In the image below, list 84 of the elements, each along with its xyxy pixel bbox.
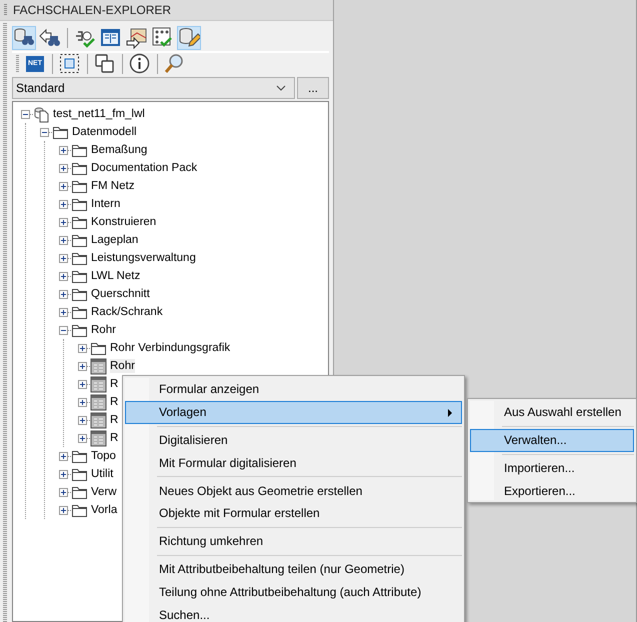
tree-item[interactable]: Konstruieren: [91, 215, 156, 229]
grip-handle[interactable]: [16, 55, 19, 73]
tree-item[interactable]: Rohr: [91, 323, 116, 337]
toolbar-button[interactable]: [128, 52, 152, 76]
tree-item[interactable]: Rohr Verbindungsgrafik: [110, 341, 230, 355]
expand-toggle[interactable]: [78, 380, 87, 388]
tree-item[interactable]: R: [110, 431, 118, 445]
tree-item[interactable]: LWL Netz: [91, 269, 140, 283]
collapse-toggle[interactable]: [40, 128, 49, 136]
menu-item[interactable]: Mit Formular digitalisieren: [125, 451, 462, 474]
grip-handle[interactable]: [3, 23, 7, 622]
tree-item[interactable]: Bemaßung: [91, 143, 148, 157]
menu-item[interactable]: Verwalten...: [470, 428, 634, 452]
table-icon: [90, 412, 107, 428]
expand-toggle[interactable]: [59, 182, 68, 190]
tree-item[interactable]: Rohr: [110, 359, 135, 373]
menu-item[interactable]: Formular anzeigen: [125, 378, 462, 401]
menu-item[interactable]: Neues Objekt aus Geometrie erstellen: [125, 479, 462, 502]
tree-item[interactable]: Topo: [91, 449, 116, 463]
menu-item[interactable]: Digitalisieren: [125, 428, 462, 452]
toolbar-button[interactable]: [177, 26, 201, 50]
table-icon: [90, 394, 107, 410]
tree-item[interactable]: test_net11_fm_lwl: [53, 107, 145, 121]
expand-toggle[interactable]: [78, 362, 87, 370]
tree-item[interactable]: R: [110, 413, 118, 427]
expand-toggle[interactable]: [59, 470, 68, 478]
toolbar-button[interactable]: [12, 26, 36, 50]
chevron-down-icon: [276, 85, 286, 91]
tree-item[interactable]: Verw: [91, 485, 117, 499]
expand-toggle[interactable]: [59, 218, 68, 226]
expand-toggle[interactable]: [59, 164, 68, 172]
expand-toggle[interactable]: [59, 506, 68, 514]
database-pencil-icon: [178, 27, 200, 49]
toolbar-button[interactable]: [58, 52, 82, 76]
expand-toggle[interactable]: [59, 272, 68, 280]
expand-toggle[interactable]: [59, 308, 68, 316]
menu-item[interactable]: Suchen...: [125, 603, 462, 622]
menu-item[interactable]: Vorlagen: [125, 400, 462, 424]
expand-toggle[interactable]: [78, 434, 87, 442]
tree-item[interactable]: Lageplan: [91, 233, 138, 247]
table-icon: [90, 358, 107, 374]
tree-item[interactable]: Querschnitt: [91, 287, 150, 301]
menu-item[interactable]: Aus Auswahl erstellen: [470, 401, 634, 424]
more-button[interactable]: ...: [297, 77, 329, 99]
collapse-toggle[interactable]: [59, 326, 68, 334]
menu-item[interactable]: Exportieren...: [470, 479, 634, 502]
expand-toggle[interactable]: [78, 398, 87, 406]
panel-title: FACHSCHALEN-EXPLORER: [13, 3, 172, 17]
toolbar-button[interactable]: [125, 26, 149, 50]
table-icon: [90, 376, 107, 392]
menu-item[interactable]: Mit Attributbeibehaltung teilen (nur Geometrie): [125, 558, 462, 580]
map-export-icon: [126, 27, 148, 49]
table-icon: [90, 430, 107, 446]
expand-toggle[interactable]: [59, 452, 68, 460]
expand-toggle[interactable]: [59, 290, 68, 298]
expand-toggle[interactable]: [78, 416, 87, 424]
expand-toggle[interactable]: [59, 488, 68, 496]
grip-handle[interactable]: [4, 4, 7, 16]
collapse-toggle[interactable]: [21, 110, 30, 118]
expand-toggle[interactable]: [78, 344, 87, 352]
grid-check-icon: [152, 27, 174, 49]
expand-toggle[interactable]: [59, 254, 68, 262]
menu-item[interactable]: Objekte mit Formular erstellen: [125, 502, 462, 525]
tree-item[interactable]: Rack/Schrank: [91, 305, 163, 319]
dashed-select-icon: [59, 53, 81, 75]
menu-item[interactable]: Importieren...: [470, 456, 634, 480]
tree-item[interactable]: Documentation Pack: [91, 161, 198, 175]
arrow-binoculars-icon: [39, 27, 61, 49]
tree-item[interactable]: Vorla: [91, 503, 118, 517]
profile-dropdown[interactable]: Standard: [12, 77, 295, 99]
tree-item[interactable]: R: [110, 395, 118, 409]
expand-toggle[interactable]: [59, 200, 68, 208]
tree-item[interactable]: Intern: [91, 197, 120, 211]
tree-item[interactable]: R: [110, 377, 118, 391]
tree-item[interactable]: Leistungsverwaltung: [91, 251, 196, 265]
tree-item[interactable]: Utilit: [91, 467, 114, 481]
expand-toggle[interactable]: [59, 146, 68, 154]
menu-item[interactable]: Richtung umkehren: [125, 530, 462, 553]
tree-item[interactable]: FM Netz: [91, 179, 134, 193]
database-icon: [33, 106, 50, 122]
menu-item[interactable]: Teilung ohne Attributbeibehaltung (auch Attribute): [125, 580, 462, 604]
book-window-icon: [100, 27, 122, 49]
tree-item[interactable]: Datenmodell: [72, 125, 137, 139]
expand-toggle[interactable]: [59, 236, 68, 244]
